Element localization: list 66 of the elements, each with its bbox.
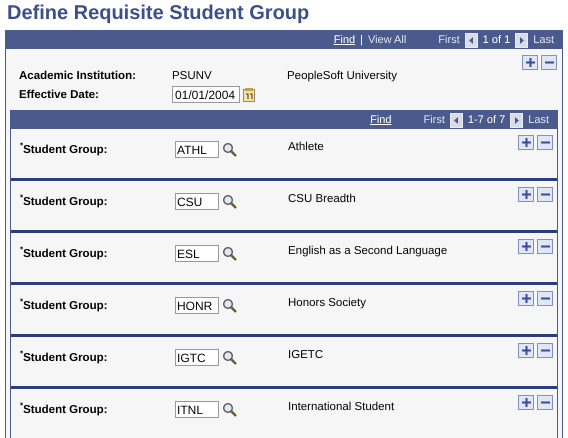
next-icon[interactable] bbox=[515, 32, 528, 48]
plus-icon bbox=[520, 397, 532, 408]
previous-icon[interactable] bbox=[450, 112, 463, 128]
add-row-button[interactable] bbox=[518, 187, 534, 202]
delete-row-button[interactable] bbox=[537, 135, 553, 150]
institution-name: PeopleSoft University bbox=[287, 70, 398, 82]
first-link[interactable]: First bbox=[438, 34, 460, 46]
search-icon[interactable] bbox=[222, 298, 237, 313]
add-row-button[interactable] bbox=[518, 343, 534, 358]
page-counter: 1 of 1 bbox=[482, 34, 510, 46]
previous-icon[interactable] bbox=[464, 32, 478, 48]
student-group-label: $^{*}$Student Group: bbox=[20, 297, 108, 312]
last-link[interactable]: Last bbox=[528, 114, 549, 126]
student-group-label: $^{*}$Student Group: bbox=[20, 349, 108, 364]
delete-row-button[interactable] bbox=[537, 291, 553, 306]
add-row-button[interactable] bbox=[518, 239, 534, 254]
add-row-button[interactable] bbox=[518, 291, 534, 306]
effective-date-label: Effective Date: bbox=[19, 88, 100, 100]
group-description: CSU Breadth bbox=[288, 193, 357, 205]
student-group-label: $^{*}$Student Group: bbox=[20, 193, 108, 208]
institution-code: PSUNV bbox=[172, 70, 213, 82]
delete-row-button[interactable] bbox=[537, 187, 553, 202]
student-group-label: $^{*}$Student Group: bbox=[20, 401, 108, 416]
search-icon[interactable] bbox=[222, 194, 237, 209]
date-field[interactable]: 01/01/2004 bbox=[172, 86, 240, 103]
group-description: Honors Society bbox=[288, 297, 367, 309]
group-description: English as a Second Language bbox=[288, 245, 448, 257]
plus-icon bbox=[520, 345, 532, 356]
student-group-field[interactable]: CSU bbox=[175, 193, 219, 210]
page-counter: 1-7 of 7 bbox=[468, 114, 506, 126]
student-group-field[interactable]: ITNL bbox=[175, 401, 219, 418]
search-icon[interactable] bbox=[222, 246, 237, 261]
group-description: International Student bbox=[288, 401, 396, 413]
find-link[interactable]: Find bbox=[334, 34, 356, 46]
plus-icon bbox=[524, 57, 536, 68]
add-row-button[interactable] bbox=[518, 135, 534, 150]
student-group-field[interactable]: ATHL bbox=[175, 141, 219, 158]
last-link[interactable]: Last bbox=[533, 34, 554, 46]
group-description: IGETC bbox=[288, 349, 324, 361]
delete-row-button[interactable] bbox=[537, 239, 553, 254]
add-row-button[interactable] bbox=[522, 55, 538, 70]
group-description: Athlete bbox=[288, 141, 325, 153]
plus-icon bbox=[520, 241, 532, 252]
student-group-label: $^{*}$Student Group: bbox=[20, 245, 108, 260]
institution-label: Academic Institution: bbox=[19, 70, 137, 82]
separator-text: | bbox=[360, 34, 363, 46]
calendar-icon[interactable] bbox=[243, 88, 255, 102]
page-title: Define Requisite Student Group bbox=[6, 1, 310, 26]
first-link[interactable]: First bbox=[424, 114, 445, 126]
plus-icon bbox=[520, 137, 532, 148]
view-all-link[interactable]: View All bbox=[368, 34, 406, 46]
search-icon[interactable] bbox=[222, 350, 237, 365]
plus-icon bbox=[520, 189, 532, 200]
student-group-field[interactable]: HONR bbox=[175, 297, 219, 314]
student-group-field[interactable]: ESL bbox=[175, 245, 219, 262]
student-group-field[interactable]: IGTC bbox=[175, 349, 219, 366]
delete-row-button[interactable] bbox=[537, 343, 553, 358]
add-row-button[interactable] bbox=[518, 395, 534, 410]
next-icon[interactable] bbox=[510, 112, 524, 128]
search-icon[interactable] bbox=[222, 142, 237, 157]
delete-row-button[interactable] bbox=[541, 55, 557, 70]
find-link[interactable]: Find bbox=[370, 114, 392, 126]
student-group-label: $^{*}$Student Group: bbox=[20, 141, 108, 156]
plus-icon bbox=[520, 293, 532, 304]
delete-row-button[interactable] bbox=[537, 395, 553, 410]
search-icon[interactable] bbox=[222, 402, 237, 417]
